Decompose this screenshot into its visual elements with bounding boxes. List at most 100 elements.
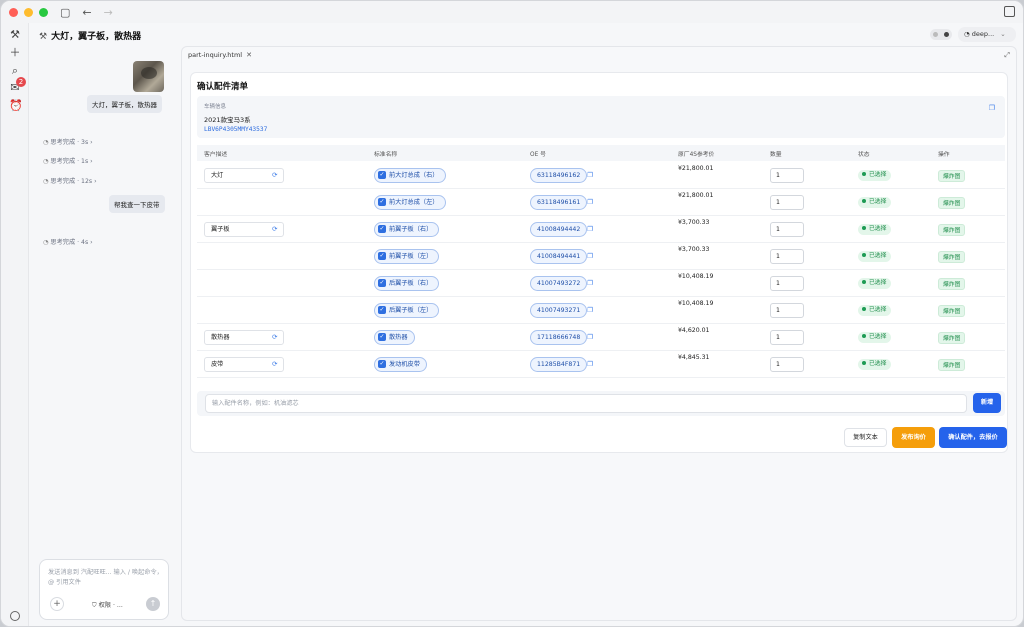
status-badge: 已选择: [858, 197, 892, 208]
oe-number-chip[interactable]: 17118666748: [530, 330, 588, 345]
expand-icon[interactable]: ⤢: [1004, 51, 1010, 60]
copy-icon[interactable]: ❐: [587, 360, 593, 368]
confirm-parts-button[interactable]: 确认配件，去报价: [939, 427, 1007, 448]
icon-rail: ⚒ ＋ ⌕ ✉ 2 ⏰: [1, 23, 29, 626]
standard-name-chip[interactable]: ✓ 后翼子板（左）: [374, 303, 440, 318]
check-icon[interactable]: ✓: [378, 278, 386, 287]
file-tab-label: part-inquiry.html: [188, 51, 243, 59]
app-logo-icon[interactable]: ⚒: [9, 29, 21, 41]
standard-name-chip[interactable]: ✓ 前翼子板（左）: [374, 249, 440, 264]
quantity-input[interactable]: 1: [770, 276, 804, 291]
check-icon[interactable]: ✓: [378, 197, 386, 206]
minimize-window-button[interactable]: [24, 7, 33, 17]
copy-icon[interactable]: ❐: [587, 225, 593, 233]
mode-toggle[interactable]: [930, 29, 952, 40]
thinking-status[interactable]: ◔ 思考完成 · 12s ›: [43, 176, 97, 185]
oe-number-chip[interactable]: 41008494442: [530, 222, 588, 237]
oe-number-chip[interactable]: 41008494441: [530, 249, 588, 264]
check-icon[interactable]: ✓: [378, 305, 386, 314]
standard-name-chip[interactable]: ✓ 前翼子板（右）: [374, 222, 440, 237]
check-icon[interactable]: ✓: [378, 359, 386, 368]
message-composer[interactable]: 发送消息到 汽配旺旺... 输入 / 唤起命令，@ 引用文件 + ⛉ 权限 · …: [39, 559, 169, 620]
quantity-input[interactable]: 1: [770, 195, 804, 210]
standard-name-chip[interactable]: ✓ 后翼子板（右）: [374, 276, 440, 291]
new-chat-icon[interactable]: ＋: [9, 47, 21, 59]
refresh-icon[interactable]: ⟳: [272, 360, 281, 369]
thinking-status[interactable]: ◔ 思考完成 · 1s ›: [43, 156, 93, 165]
table-row: ✓ 前大灯总成（左） 63118496161 ❐ ¥21,800.01 1 已选择 爆炸图: [197, 189, 1005, 216]
exploded-view-button[interactable]: 爆炸图: [938, 251, 966, 263]
thinking-status[interactable]: ◔ 思考完成 · 4s ›: [43, 237, 93, 246]
quantity-input[interactable]: 1: [770, 168, 804, 183]
thinking-status[interactable]: ◔ 思考完成 · 3s ›: [43, 137, 93, 146]
standard-name-chip[interactable]: ✓ 前大灯总成（左）: [374, 195, 446, 210]
add-part-input[interactable]: 输入配件名称，例如：机油滤芯: [205, 394, 967, 413]
attach-button[interactable]: +: [50, 597, 64, 611]
exploded-view-button[interactable]: 爆炸图: [938, 278, 966, 290]
quantity-input[interactable]: 1: [770, 249, 804, 264]
copy-icon[interactable]: ❐: [587, 279, 593, 287]
back-arrow-icon[interactable]: ←: [82, 7, 91, 18]
file-tab[interactable]: part-inquiry.html ✕: [188, 51, 252, 59]
col-desc: 客户描述: [204, 152, 228, 158]
oe-number-chip[interactable]: 41007493272: [530, 276, 588, 291]
vehicle-label: 车辆信息: [204, 104, 227, 110]
settings-icon[interactable]: [10, 611, 20, 621]
title-bar: ▢ ← →: [1, 1, 1023, 23]
status-dot-icon: [862, 226, 866, 230]
model-selector[interactable]: ◔ deep... ⌄: [958, 27, 1016, 42]
forward-arrow-icon[interactable]: →: [104, 7, 113, 18]
exploded-view-button[interactable]: 爆炸图: [938, 170, 966, 182]
standard-name-chip[interactable]: ✓ 发动机皮带: [374, 357, 427, 372]
sidebar-toggle-icon[interactable]: ▢: [60, 7, 70, 18]
search-icon[interactable]: ⌕: [9, 65, 21, 77]
oe-number-chip[interactable]: 41007493271: [530, 303, 588, 318]
oe-number-chip[interactable]: 11285B4F871: [530, 357, 588, 372]
thinking-icon: ◔: [43, 158, 49, 165]
quantity-input[interactable]: 1: [770, 357, 804, 372]
uploaded-photo[interactable]: [133, 61, 164, 92]
oe-number-chip[interactable]: 63118496161: [530, 195, 588, 210]
quantity-input[interactable]: 1: [770, 330, 804, 345]
status-badge: 已选择: [858, 224, 892, 235]
copy-icon[interactable]: ❐: [989, 104, 995, 112]
composer-input[interactable]: 发送消息到 汽配旺旺... 输入 / 唤起命令，@ 引用文件: [48, 568, 164, 588]
exploded-view-button[interactable]: 爆炸图: [938, 332, 966, 344]
check-icon[interactable]: ✓: [378, 170, 386, 179]
copy-icon[interactable]: ❐: [587, 333, 593, 341]
add-part-button[interactable]: 新增: [973, 393, 1001, 413]
check-icon[interactable]: ✓: [378, 332, 386, 341]
refresh-icon[interactable]: ⟳: [272, 225, 281, 234]
quantity-input[interactable]: 1: [770, 303, 804, 318]
clock-icon[interactable]: ⏰: [9, 100, 23, 112]
exploded-view-button[interactable]: 爆炸图: [938, 305, 966, 317]
status-dot-icon: [862, 253, 866, 257]
publish-inquiry-button[interactable]: 发布询价: [892, 427, 935, 448]
quantity-input[interactable]: 1: [770, 222, 804, 237]
close-icon[interactable]: ✕: [246, 51, 252, 59]
copy-icon[interactable]: ❐: [587, 306, 593, 314]
copy-icon[interactable]: ❐: [587, 171, 593, 179]
copy-icon[interactable]: ❐: [587, 198, 593, 206]
exploded-view-button[interactable]: 爆炸图: [938, 359, 966, 371]
standard-name-chip[interactable]: ✓ 前大灯总成（右）: [374, 168, 446, 183]
check-icon[interactable]: ✓: [378, 224, 386, 233]
copy-icon[interactable]: ❐: [587, 252, 593, 260]
copy-text-button[interactable]: 复制文本: [844, 428, 887, 447]
close-window-button[interactable]: [9, 7, 18, 17]
panel-toggle-icon[interactable]: [1004, 6, 1015, 17]
exploded-view-button[interactable]: 爆炸图: [938, 224, 966, 236]
oe-number-chip[interactable]: 63118496162: [530, 168, 588, 183]
conversation-icon: ⚒: [39, 32, 48, 42]
vehicle-vin: LBV6P4305MMY43537: [204, 126, 268, 133]
refresh-icon[interactable]: ⟳: [272, 333, 281, 342]
exploded-view-button[interactable]: 爆炸图: [938, 197, 966, 209]
maximize-window-button[interactable]: [39, 7, 48, 17]
permission-selector[interactable]: ⛉ 权限 · ...: [92, 600, 123, 610]
refresh-icon[interactable]: ⟳: [272, 171, 281, 180]
check-icon[interactable]: ✓: [378, 251, 386, 260]
standard-name-chip[interactable]: ✓ 散热器: [374, 330, 415, 345]
thinking-label: 思考完成 · 4s: [50, 239, 89, 246]
send-button[interactable]: ↑: [146, 597, 160, 611]
status-label: 已选择: [869, 280, 887, 286]
